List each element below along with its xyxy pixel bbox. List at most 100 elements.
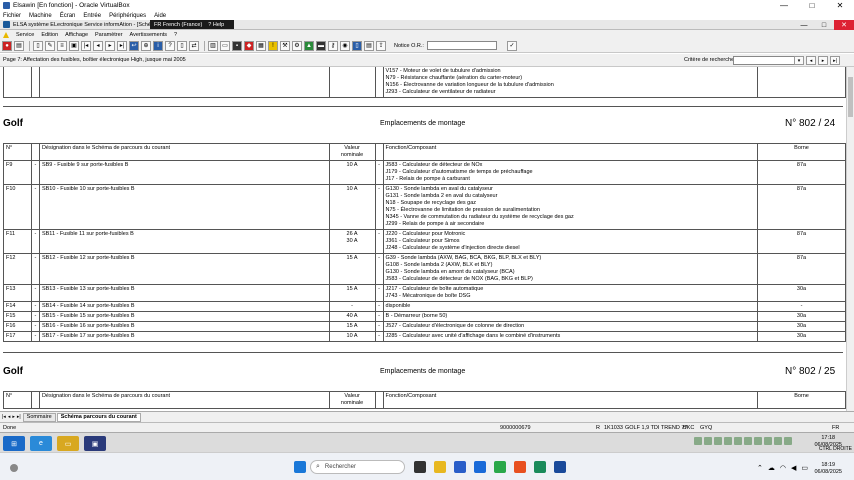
search-input[interactable] bbox=[733, 56, 802, 65]
menu-edition[interactable]: Edition bbox=[41, 32, 58, 38]
elsa-minimize-button[interactable]: — bbox=[794, 20, 814, 30]
elsa-task-icon[interactable]: ▣ bbox=[84, 436, 106, 451]
next-page-icon[interactable]: ▸ bbox=[105, 40, 115, 51]
windows-search[interactable]: ⌕ Rechercher bbox=[310, 460, 405, 474]
vbox-menu-fichier[interactable]: Fichier bbox=[3, 13, 21, 19]
save-icon[interactable]: ▣ bbox=[69, 40, 79, 51]
fuse-function: G130 - Sonde lambda en aval du catalyseu… bbox=[382, 184, 759, 230]
user-icon[interactable]: ● bbox=[2, 40, 12, 51]
tray-icon[interactable] bbox=[784, 437, 792, 445]
elsa-close-button[interactable]: ✕ bbox=[834, 20, 854, 30]
minimize-button[interactable]: — bbox=[770, 0, 798, 11]
tray-icon[interactable] bbox=[754, 437, 762, 445]
search-prev-icon[interactable]: ◂ bbox=[806, 56, 816, 65]
menu-avertissements[interactable]: Avertissements bbox=[130, 32, 168, 38]
weather-icon[interactable] bbox=[10, 464, 18, 472]
close-button[interactable]: ✕ bbox=[826, 0, 854, 11]
key-icon[interactable]: ⚷ bbox=[328, 40, 338, 51]
engine-icon[interactable]: ▬ bbox=[316, 40, 326, 51]
chevron-up-icon[interactable]: ⌃ bbox=[757, 464, 763, 472]
tray-icon[interactable] bbox=[734, 437, 742, 445]
explorer-icon[interactable]: ▭ bbox=[57, 436, 79, 451]
calendar-icon[interactable]: ▤ bbox=[364, 40, 374, 51]
settings-icon[interactable]: ⚙ bbox=[292, 40, 302, 51]
book-icon[interactable]: ▥ bbox=[208, 40, 218, 51]
language-overlay: FR French (France) ? Help bbox=[150, 20, 235, 29]
notice-go-icon[interactable]: ✓ bbox=[506, 40, 517, 51]
list-icon[interactable]: ≡ bbox=[57, 40, 67, 51]
vbox-menu-peripheriques[interactable]: Périphériques bbox=[109, 13, 146, 19]
document-b-icon[interactable]: ▯ bbox=[177, 40, 187, 51]
wifi-icon[interactable]: ◠ bbox=[780, 464, 786, 472]
prev-page-icon[interactable]: ◂ bbox=[93, 40, 103, 51]
stop-icon[interactable]: ◆ bbox=[244, 40, 254, 51]
help-button[interactable]: ? Help bbox=[208, 22, 224, 28]
back-icon[interactable]: ↩ bbox=[129, 40, 139, 51]
virtualbox-task-icon[interactable] bbox=[554, 461, 566, 473]
vbox-menu-aide[interactable]: Aide bbox=[154, 13, 166, 19]
swap-icon[interactable]: ⇄ bbox=[189, 40, 199, 51]
menu-help[interactable]: ? bbox=[174, 32, 177, 38]
scrollbar-thumb[interactable] bbox=[848, 77, 853, 117]
menu-parametrer[interactable]: Paramètrer bbox=[95, 32, 123, 38]
header-dash bbox=[374, 391, 384, 409]
cloud-icon[interactable]: ☁ bbox=[768, 464, 775, 472]
tab-prev-icon[interactable]: ◂ bbox=[8, 414, 11, 420]
last-page-icon[interactable]: ▸| bbox=[117, 40, 127, 51]
document-icon[interactable]: ▯ bbox=[33, 40, 43, 51]
info-icon[interactable]: i bbox=[153, 40, 163, 51]
question-icon[interactable]: ? bbox=[165, 40, 175, 51]
store-icon[interactable] bbox=[454, 461, 466, 473]
table-icon[interactable]: ▦ bbox=[256, 40, 266, 51]
maximize-button[interactable]: □ bbox=[798, 0, 826, 11]
car-icon[interactable]: ▲ bbox=[304, 40, 314, 51]
browser-icon[interactable]: e bbox=[30, 436, 52, 451]
xbox-icon[interactable] bbox=[494, 461, 506, 473]
tab-schema[interactable]: Schéma parcours du courant bbox=[56, 412, 141, 422]
tray-icon[interactable] bbox=[694, 437, 702, 445]
search-dropdown-icon[interactable]: ▾ bbox=[794, 56, 804, 65]
tray-icon[interactable] bbox=[724, 437, 732, 445]
vbox-menu-machine[interactable]: Machine bbox=[29, 13, 52, 19]
taskview-icon[interactable] bbox=[414, 461, 426, 473]
vbox-menu-entree[interactable]: Entrée bbox=[83, 13, 101, 19]
start-icon[interactable]: ⊞ bbox=[3, 436, 25, 451]
windows-start-icon[interactable] bbox=[294, 461, 306, 473]
tray-icon[interactable] bbox=[704, 437, 712, 445]
file-explorer-icon[interactable] bbox=[434, 461, 446, 473]
menu-affichage[interactable]: Affichage bbox=[65, 32, 88, 38]
tab-next-icon[interactable]: ▸ bbox=[12, 414, 15, 420]
tray-icon[interactable] bbox=[764, 437, 772, 445]
zoom-icon[interactable]: ⊕ bbox=[141, 40, 151, 51]
tray-icon[interactable] bbox=[744, 437, 752, 445]
export-icon[interactable]: ⇪ bbox=[376, 40, 386, 51]
volume-icon[interactable]: ◀ bbox=[791, 464, 796, 472]
menu-service[interactable]: Service bbox=[16, 32, 34, 38]
battery-icon[interactable]: ▭ bbox=[801, 464, 808, 472]
first-page-icon[interactable]: |◂ bbox=[81, 40, 91, 51]
mail-icon[interactable] bbox=[474, 461, 486, 473]
language-selector[interactable]: FR French (France) bbox=[154, 22, 202, 28]
warning-tool-icon[interactable]: ! bbox=[268, 40, 278, 51]
edit-icon[interactable]: ✎ bbox=[45, 40, 55, 51]
fuse-borne: 87a bbox=[757, 160, 846, 185]
tray-icon[interactable] bbox=[714, 437, 722, 445]
search-next-icon[interactable]: ▸ bbox=[818, 56, 828, 65]
doc-blue-icon[interactable]: ▯ bbox=[352, 40, 362, 51]
tab-last-icon[interactable]: ▸| bbox=[17, 414, 21, 420]
monitor-icon[interactable]: ▪ bbox=[232, 40, 242, 51]
folder-icon[interactable]: ▭ bbox=[220, 40, 230, 51]
app-icon[interactable] bbox=[534, 461, 546, 473]
vbox-menu-ecran[interactable]: Écran bbox=[60, 13, 76, 19]
camera-icon[interactable]: ◉ bbox=[340, 40, 350, 51]
search-last-icon[interactable]: ▸| bbox=[830, 56, 840, 65]
vertical-scrollbar[interactable] bbox=[846, 67, 854, 411]
tray-icon[interactable] bbox=[774, 437, 782, 445]
elsa-maximize-button[interactable]: □ bbox=[814, 20, 834, 30]
tab-first-icon[interactable]: |◂ bbox=[2, 414, 6, 420]
notice-input[interactable] bbox=[426, 41, 497, 50]
tab-sommaire[interactable]: Sommaire bbox=[22, 412, 56, 422]
brave-icon[interactable] bbox=[514, 461, 526, 473]
tool-icon[interactable]: ⚒ bbox=[280, 40, 290, 51]
print-icon[interactable]: ▤ bbox=[14, 40, 24, 51]
